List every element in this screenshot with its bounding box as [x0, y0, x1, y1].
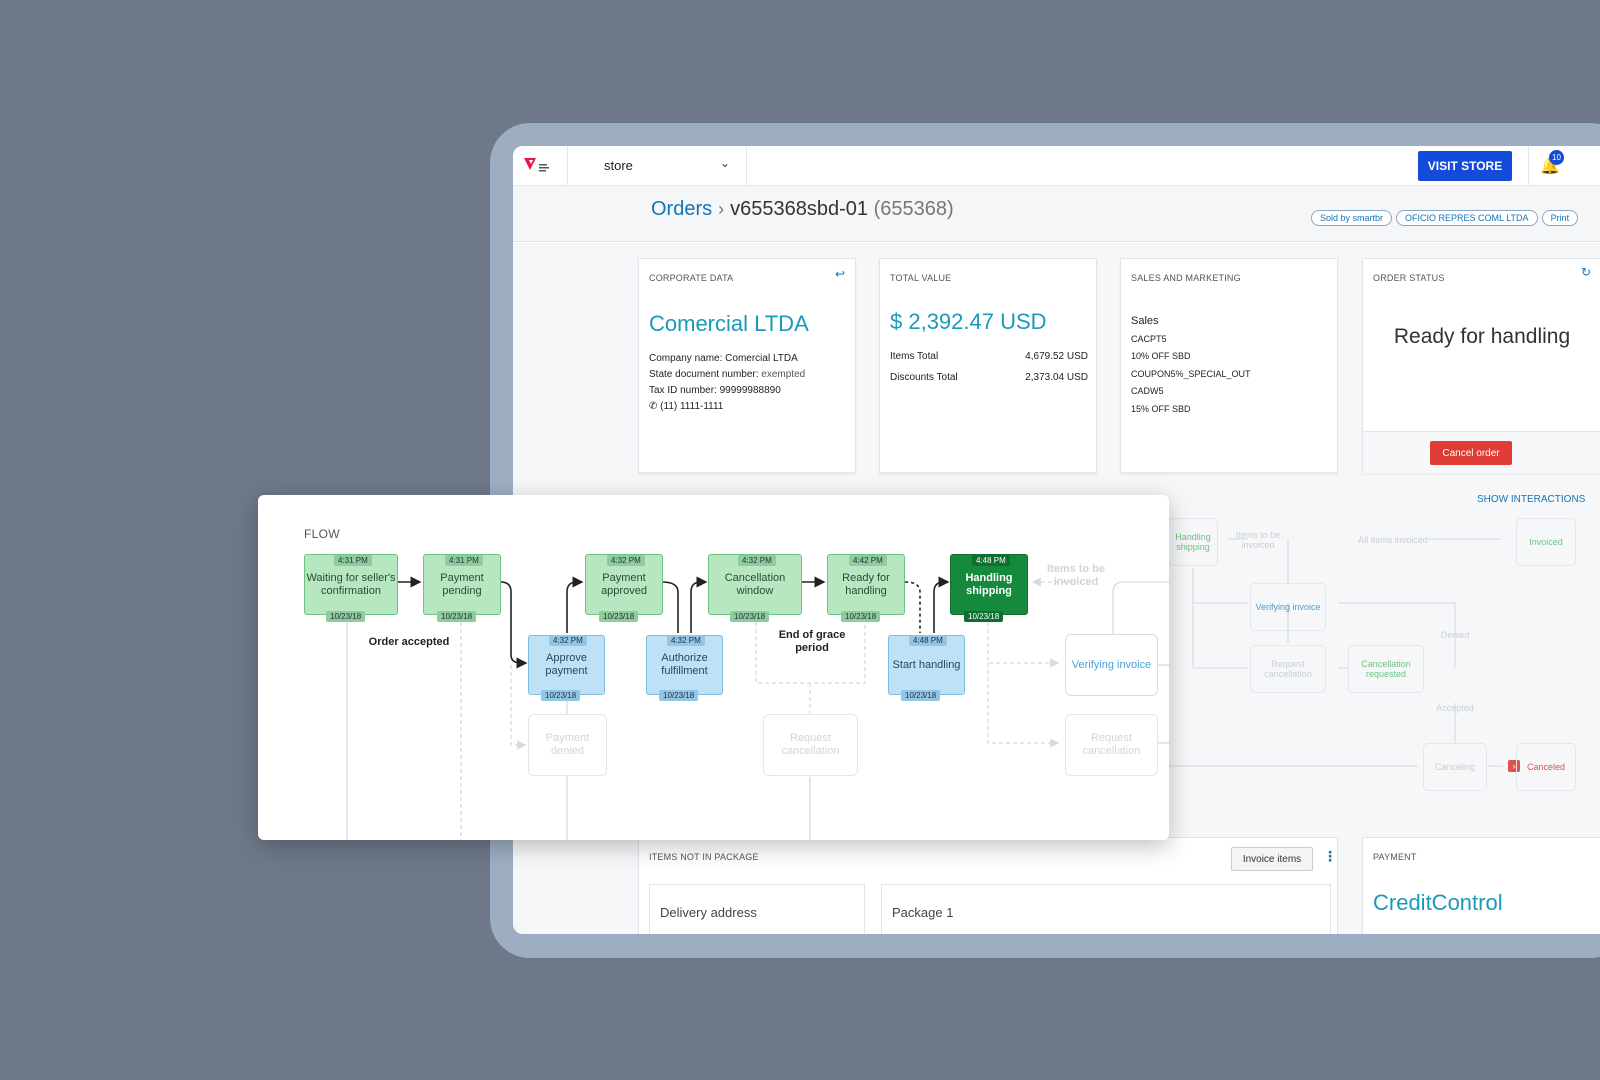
- delivery-address-title: Delivery address: [660, 905, 757, 920]
- bg-node-request-cancellation: Request cancellation: [1250, 645, 1326, 693]
- node-label: Waiting for seller's confirmation: [306, 571, 396, 597]
- package-card: Package 1: [881, 884, 1331, 934]
- node-label: Request cancellation: [1082, 732, 1141, 757]
- node-label: Handling shipping: [965, 571, 1013, 597]
- date-badge: 10/23/18: [437, 611, 477, 622]
- node-label: Cancellation window: [724, 571, 786, 597]
- node-label: Verifying invoice: [1071, 658, 1152, 671]
- node-label: Ready for handling: [842, 571, 890, 597]
- order-accepted-label: Order accepted: [368, 636, 450, 648]
- date-badge: 10/23/18: [841, 611, 881, 622]
- time-badge: 4:31 PM: [334, 555, 372, 566]
- time-badge: 4:32 PM: [607, 555, 645, 566]
- payment-method: CreditControl: [1373, 890, 1503, 915]
- flow-node-verifying-invoice[interactable]: Verifying invoice: [1065, 634, 1158, 696]
- order-id: v655368sbd-01: [730, 198, 869, 220]
- items-to-be-invoiced-label: Items to be invoiced: [1046, 563, 1106, 588]
- flow-node-request-cancellation-2[interactable]: Request cancellation: [1065, 714, 1158, 776]
- bg-node-invoiced: Invoiced: [1516, 518, 1576, 566]
- chevron-right-icon: ›: [718, 199, 725, 219]
- invoice-items-button[interactable]: Invoice items: [1231, 847, 1313, 871]
- print-button[interactable]: Print: [1541, 210, 1579, 226]
- visit-store-button[interactable]: VISIT STORE: [1418, 151, 1512, 181]
- vtex-logo-icon[interactable]: [523, 156, 553, 174]
- time-badge: 4:48 PM: [972, 555, 1010, 566]
- node-label: Request cancellation: [781, 732, 840, 757]
- delivery-address-card: Delivery address: [649, 884, 865, 934]
- time-badge: 4:32 PM: [667, 635, 705, 646]
- bg-node-canceling: Canceling: [1423, 743, 1487, 791]
- items-not-in-package-card: ITEMS NOT IN PACKAGE Invoice items ⋮ Del…: [638, 837, 1338, 934]
- node-label: Approve payment: [545, 652, 588, 677]
- node-label: Start handling: [892, 658, 961, 671]
- more-options-icon[interactable]: ⋮: [1323, 848, 1337, 865]
- notification-count-badge: 10: [1549, 150, 1564, 165]
- flow-panel: FLOW Waiting for seller's confirmation 4…: [258, 495, 1169, 840]
- bg-label-accepted: Accepted: [1436, 703, 1474, 713]
- time-badge: 4:32 PM: [549, 635, 587, 646]
- node-label: Authorize fulfillment: [661, 652, 708, 677]
- store-selector-value: store: [604, 158, 633, 173]
- bg-node-all-items-invoiced: All items invoiced: [1358, 535, 1428, 545]
- node-label: Payment approved: [601, 571, 647, 597]
- date-badge: 10/23/18: [599, 611, 639, 622]
- date-badge: 10/23/18: [901, 690, 941, 701]
- payment-card: PAYMENT CreditControl: [1362, 837, 1600, 934]
- bg-node-verifying-invoice: Verifying invoice: [1250, 583, 1326, 631]
- store-selector[interactable]: store ⌄: [567, 146, 747, 186]
- time-badge: 4:42 PM: [849, 555, 887, 566]
- bg-node-cancellation-requested: Cancellation requested: [1348, 645, 1424, 693]
- package-title: Package 1: [892, 905, 954, 920]
- top-bar: store ⌄ VISIT STORE 🔔 10: [513, 146, 1600, 186]
- flow-node-request-cancellation[interactable]: Request cancellation: [763, 714, 858, 776]
- order-number: (655368): [873, 198, 954, 220]
- page-header: Orders › v655368sbd-01 (655368) Sold by sm…: [513, 186, 1600, 242]
- bg-node-items-to-be-invoiced: Items to be invoiced: [1235, 530, 1281, 550]
- date-badge: 10/23/18: [326, 611, 366, 622]
- date-badge: 10/23/18: [964, 611, 1004, 622]
- date-badge: 10/23/18: [730, 611, 770, 622]
- tag-seller[interactable]: OFICIO REPRES COML LTDA: [1396, 210, 1538, 226]
- node-label: Payment pending: [440, 571, 484, 597]
- flow-node-payment-denied[interactable]: Payment denied: [528, 714, 607, 776]
- card-header: ITEMS NOT IN PACKAGE: [649, 852, 759, 862]
- chevron-down-icon: ⌄: [719, 156, 730, 170]
- card-header: PAYMENT: [1373, 852, 1417, 862]
- breadcrumb: Orders › v655368sbd-01 (655368): [651, 198, 954, 221]
- notifications[interactable]: 🔔 10: [1528, 146, 1578, 186]
- tag-sold-by[interactable]: Sold by smartbr: [1311, 210, 1393, 226]
- bg-label-denied: Denied: [1440, 630, 1470, 640]
- end-of-grace-period-label: End of grace period: [778, 629, 846, 654]
- time-badge: 4:31 PM: [445, 555, 483, 566]
- time-badge: 4:32 PM: [738, 555, 776, 566]
- node-label: Payment denied: [545, 732, 590, 757]
- date-badge: 10/23/18: [659, 690, 699, 701]
- date-badge: 10/23/18: [541, 690, 581, 701]
- bg-node-handling-shipping: Handling shipping: [1168, 518, 1218, 566]
- breadcrumb-orders-link[interactable]: Orders: [651, 198, 712, 220]
- bg-node-canceled: Canceled: [1516, 743, 1576, 791]
- order-tags: Sold by smartbr OFICIO REPRES COML LTDA …: [1311, 210, 1579, 226]
- time-badge: 4:48 PM: [909, 635, 947, 646]
